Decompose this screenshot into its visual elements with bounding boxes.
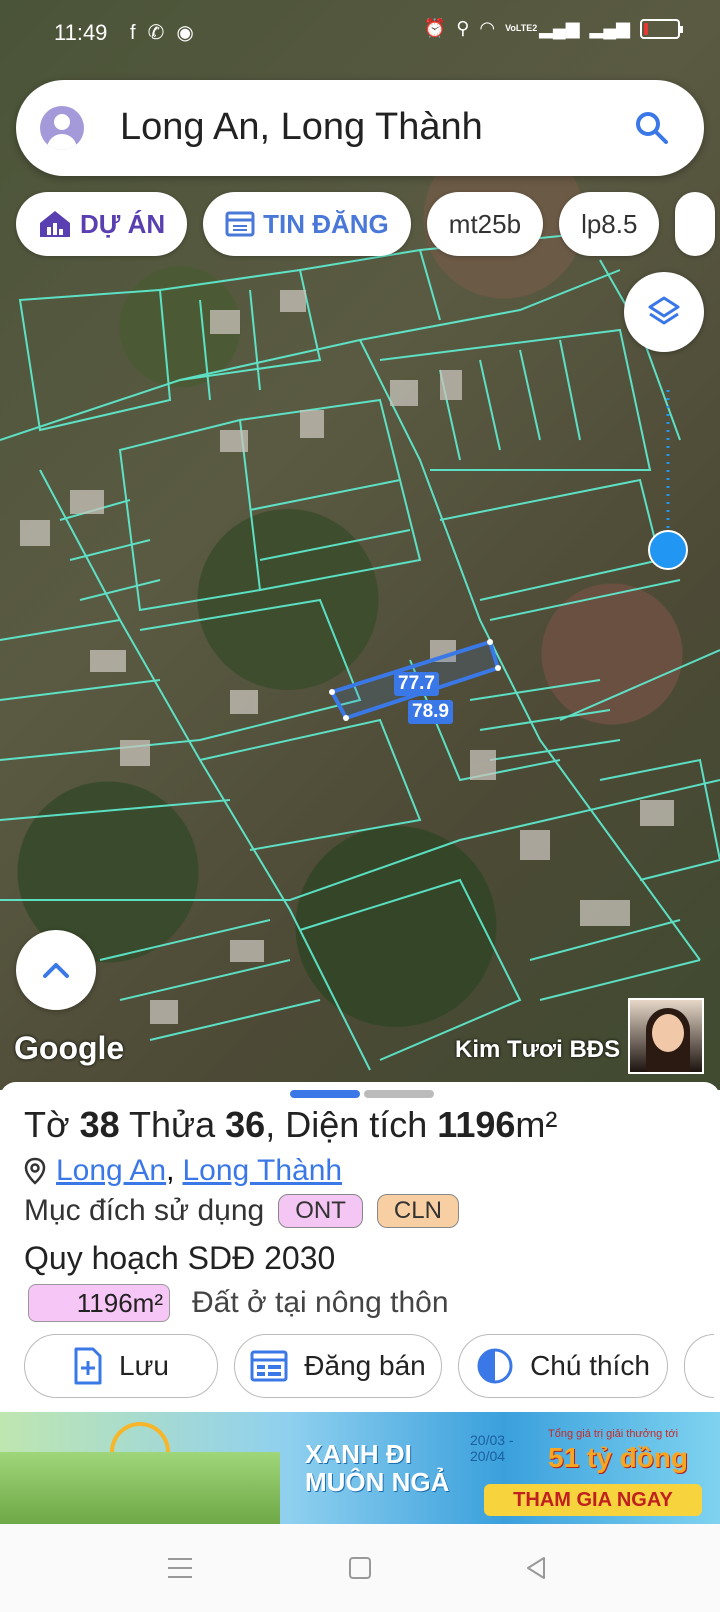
half-circle-icon [477,1348,513,1384]
save-label: Lưu [119,1350,169,1381]
status-bar: 11:49 f✆◉ ⏰ ⚲ ◠ VoLTE2 ▂▄▆ ▂▄▆ [0,0,720,64]
ad-prize: 51 tỷ đồng [548,1442,689,1473]
indicator-page-1 [290,1090,360,1098]
parcel-title: Tờ 38 Thửa 36, Diện tích 1196m² [24,1104,557,1146]
alarm-icon: ⏰ [423,18,447,38]
province-link[interactable]: Long An [56,1154,166,1188]
area-label: , Diện tích [265,1104,438,1145]
lot-number: 36 [225,1104,266,1145]
area-value: 1196 [437,1104,516,1145]
home-nav-button[interactable] [340,1548,380,1588]
file-add-icon [74,1347,102,1385]
chip-label: TIN ĐĂNG [263,208,389,239]
indicator-page-2 [364,1090,434,1098]
location-pin-icon [24,1157,46,1185]
lot-label: Thửa [119,1104,226,1145]
chip-label: mt25b [448,208,522,239]
parcel-info-sheet: Tờ 38 Thửa 36, Diện tích 1196m² Long An,… [0,1082,720,1412]
signal-icon-2: ▂▄▆ [589,18,630,38]
ad-cta-button[interactable]: THAM GIA NGAY [484,1484,702,1516]
chip-label: lp8.5 [581,208,638,239]
action-buttons: Lưu Đăng bán Chú thích [24,1334,714,1398]
search-bar[interactable]: Long An, Long Thành [16,80,704,176]
location-row: Long An, Long Thành [24,1154,342,1188]
search-input[interactable]: Long An, Long Thành [120,106,483,149]
location-icon: ⚲ [456,18,470,38]
sheet-label: Tờ [24,1104,80,1145]
user-avatar-icon[interactable] [40,106,84,150]
back-nav-button[interactable] [516,1548,556,1588]
system-icons: ⏰ ⚲ ◠ VoLTE2 ▂▄▆ ▂▄▆ [423,18,683,39]
house-chart-icon [40,211,70,237]
separator: , [166,1154,175,1187]
layers-icon [648,296,680,325]
google-logo: Google [14,1030,125,1066]
listing-form-icon [250,1350,288,1382]
chip-more[interactable] [675,192,716,256]
ad-headline: XANH ĐI MUÔN NGẢ [305,1439,450,1497]
chevron-up-icon [43,963,69,978]
more-actions-button[interactable] [684,1334,714,1398]
battery-icon [640,18,683,39]
legend-button[interactable]: Chú thích [458,1334,668,1398]
map-layers-button[interactable] [624,272,704,352]
signal-icon: ▂▄▆ [539,18,580,38]
current-location-dot [648,530,688,570]
chip-tin-dang[interactable]: TIN ĐĂNG [203,192,411,256]
watermark-text: Kim Tươi BĐS [455,1036,621,1063]
chip-mt25b[interactable]: mt25b [426,192,544,256]
system-nav-bar [0,1524,720,1612]
legend-label: Chú thích [530,1350,650,1381]
area-unit: m² [515,1104,558,1145]
hotspot-icon: ◉ [176,22,206,44]
measurement-label-bottom: 78.9 [408,700,453,724]
chip-du-an[interactable]: DỰ ÁN [16,192,188,256]
wifi-icon: ◠ [479,18,496,38]
plan-area-badge: 1196m² [28,1284,170,1322]
menu-icon [168,1558,192,1578]
ad-prize-label: Tổng giá trị giải thưởng tới [548,1428,679,1440]
plan-area-description: Đất ở tại nông thôn [192,1286,449,1319]
plan-title: Quy hoạch SDĐ 2030 [24,1240,336,1276]
plan-area-row: 1196m² Đất ở tại nông thôn [28,1284,449,1322]
status-time: 11:49 [54,20,108,45]
sheet-page-indicator[interactable] [290,1090,434,1098]
filter-chips: DỰ ÁN TIN ĐĂNG mt25b lp8.5 [16,192,716,256]
chip-lp85[interactable]: lp8.5 [559,192,660,256]
sheet-number: 38 [79,1104,120,1145]
home-square-icon [349,1557,371,1579]
post-sale-button[interactable]: Đăng bán [234,1334,442,1398]
land-use-row: Mục đích sử dụng ONT CLN [24,1194,459,1228]
ad-landscape-art [0,1452,280,1524]
back-triangle-icon [527,1557,545,1579]
purpose-tag-ont[interactable]: ONT [278,1194,363,1228]
search-icon[interactable] [632,108,672,148]
notification-icons: f✆◉ [130,20,206,45]
measurement-label-top: 77.7 [394,672,439,696]
ad-sun-art [110,1422,170,1452]
missed-call-icon: ✆ [147,22,177,44]
listing-icon [225,211,255,237]
menu-nav-button[interactable] [160,1548,200,1588]
chip-label: DỰ ÁN [80,208,166,239]
save-button[interactable]: Lưu [24,1334,218,1398]
purpose-tag-cln[interactable]: CLN [376,1194,459,1228]
post-sale-label: Đăng bán [304,1350,426,1381]
district-link[interactable]: Long Thành [182,1154,342,1188]
facebook-icon: f [130,22,148,44]
volte-label: VoLTE2 [505,23,538,33]
ad-date: 20/03 - 20/04 [470,1432,514,1464]
expand-sheet-button[interactable] [16,930,96,1010]
watermark-avatar [628,998,704,1074]
ad-banner[interactable]: XANH ĐI MUÔN NGẢ 20/03 - 20/04 Tổng giá … [0,1412,720,1524]
purpose-label: Mục đích sử dụng [24,1194,265,1227]
